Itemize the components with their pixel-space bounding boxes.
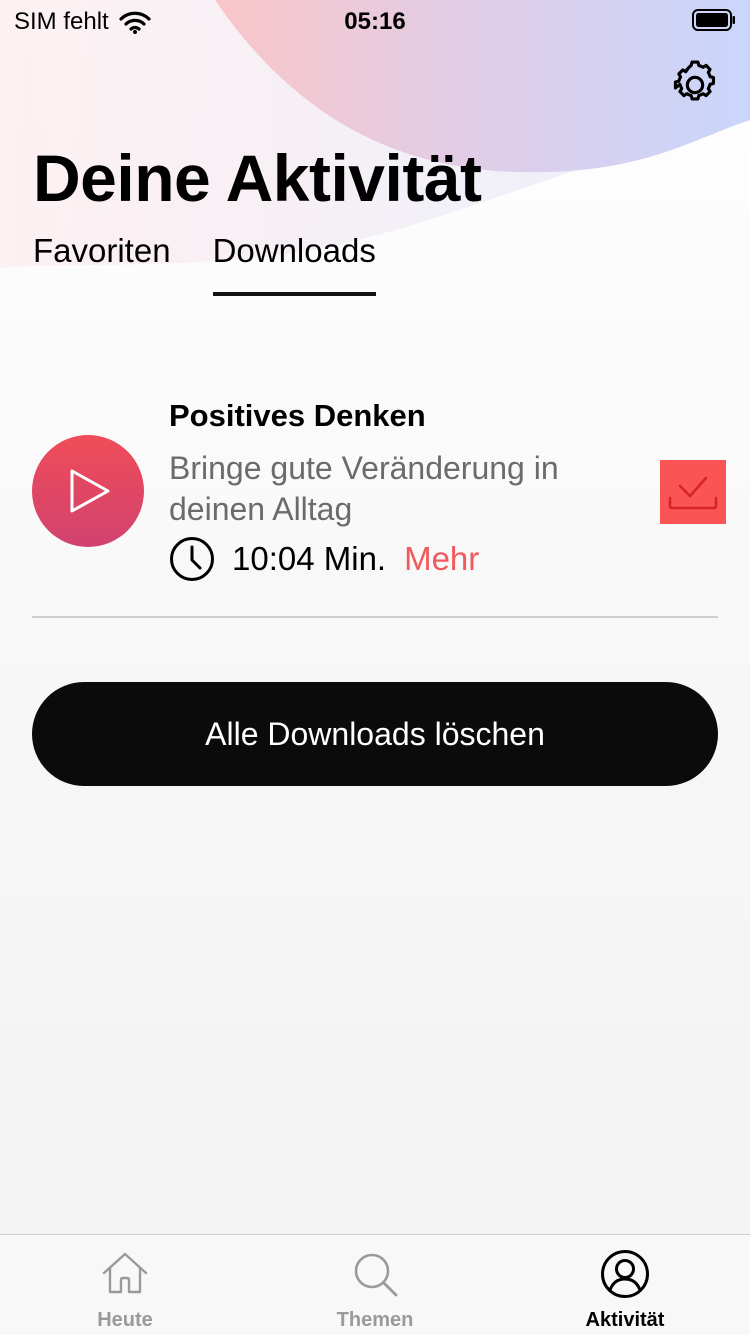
activity-tabs: Favoriten Downloads: [33, 232, 418, 296]
search-icon: [354, 1253, 398, 1297]
tabbar-item-heute[interactable]: Heute: [0, 1235, 250, 1335]
item-duration: 10:04 Min.: [232, 540, 387, 577]
profile-icon: [601, 1250, 649, 1298]
delete-all-downloads-button[interactable]: Alle Downloads löschen: [32, 682, 718, 786]
tabbar-label-themen: Themen: [336, 1309, 414, 1331]
tab-favoriten[interactable]: Favoriten: [33, 232, 171, 296]
item-description: Bringe gute Veränderung in deinen Alltag: [169, 450, 559, 527]
tab-downloads[interactable]: Downloads: [212, 232, 376, 296]
status-bar: SIM fehlt 05:16: [0, 0, 750, 40]
download-check-icon: [668, 476, 718, 510]
clock-time: 05:16: [344, 8, 406, 35]
tabbar-item-themen[interactable]: Themen: [250, 1235, 500, 1335]
tab-bar: Heute Themen Aktivität: [0, 1234, 750, 1335]
battery-icon: [692, 9, 735, 31]
item-meta: 10:04 Min. Mehr: [169, 536, 479, 582]
download-list-item[interactable]: Positives Denken Bringe gute Veränderung…: [32, 390, 726, 618]
play-icon: [70, 469, 110, 513]
downloaded-status-button[interactable]: [660, 460, 726, 524]
tabbar-label-aktivitaet: Aktivität: [585, 1309, 665, 1331]
tabbar-item-aktivitaet[interactable]: Aktivität: [500, 1235, 750, 1335]
tabbar-label-heute: Heute: [97, 1309, 153, 1331]
clock-icon: [170, 537, 214, 581]
play-button[interactable]: [32, 435, 144, 547]
home-icon: [102, 1252, 148, 1294]
more-link[interactable]: Mehr: [404, 540, 479, 578]
page-title: Deine Aktivität: [33, 141, 482, 215]
gear-icon[interactable]: [668, 58, 722, 112]
item-title: Positives Denken: [169, 398, 426, 433]
